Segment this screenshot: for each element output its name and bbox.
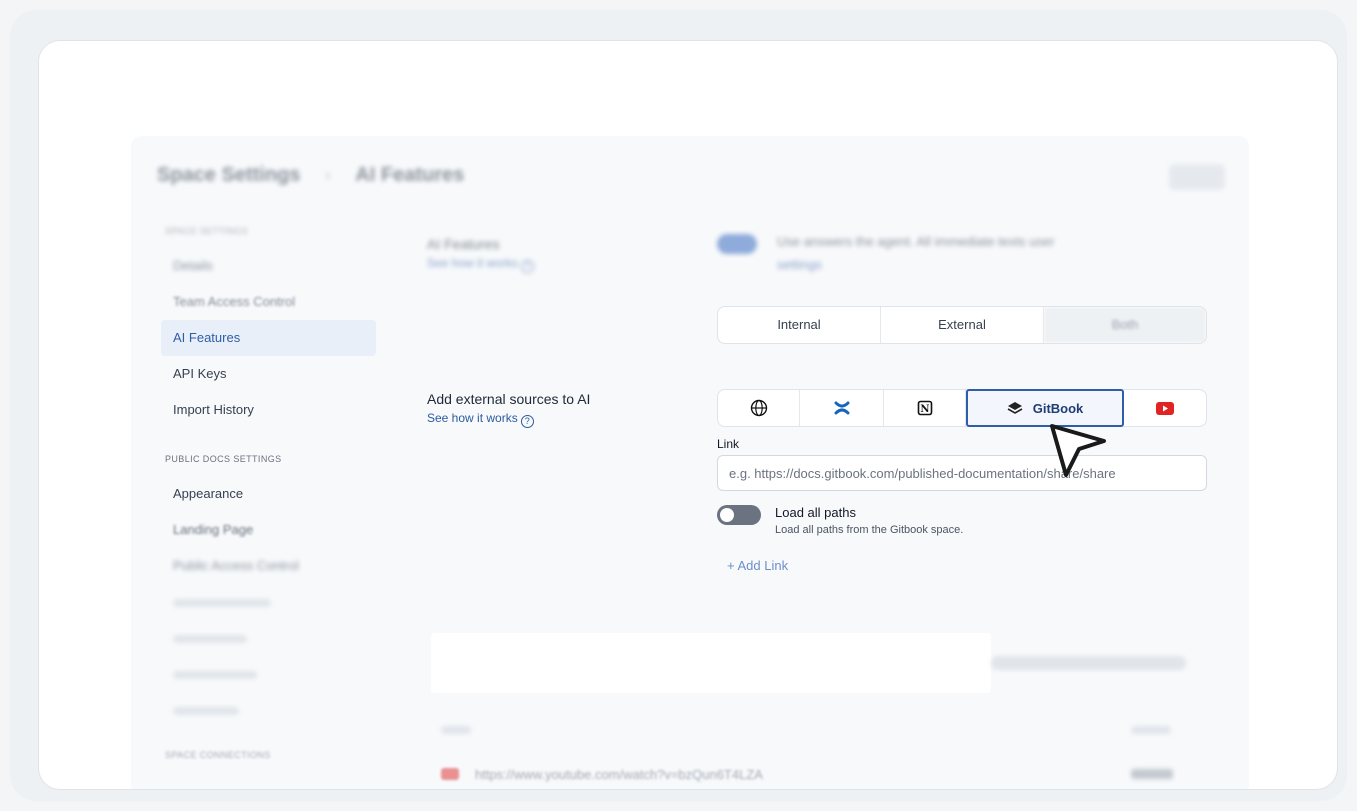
tab-internal[interactable]: Internal	[718, 307, 881, 343]
breadcrumb-current: AI Features	[355, 164, 465, 186]
ai-features-control: Use answers the agent. All immediate tex…	[717, 234, 1207, 272]
audience-tabs: Internal External Both	[717, 306, 1207, 344]
sidebar-item-ai-features[interactable]: AI Features	[161, 320, 376, 356]
globe-icon	[750, 399, 767, 417]
source-gitbook[interactable]: GitBook	[966, 389, 1124, 427]
link-input[interactable]	[717, 455, 1207, 491]
help-icon: ?	[520, 260, 534, 273]
sources-table-header-panel	[431, 633, 991, 693]
sidebar-item-placeholder[interactable]	[161, 620, 376, 656]
see-how-text[interactable]: See how it works	[427, 411, 518, 425]
audience-segmented-control: Internal External Both	[717, 306, 1207, 344]
sidebar-item-api-keys[interactable]: API Keys	[161, 356, 376, 392]
top-bar: Space Settings › AI Features	[157, 164, 1225, 194]
user-menu-button[interactable]	[1169, 164, 1225, 190]
gitbook-label: GitBook	[1032, 400, 1084, 416]
help-icon: ?	[520, 415, 534, 428]
svg-text:N: N	[920, 404, 929, 415]
sidebar-group-title: Space Settings	[165, 226, 248, 236]
load-all-paths-row: Load all paths Load all paths from the G…	[717, 505, 1207, 536]
row-actions[interactable]	[1131, 769, 1173, 779]
source-type-selector: N GitBook	[717, 389, 1207, 427]
see-how-link[interactable]: See how it works?	[427, 411, 590, 428]
source-notion[interactable]: N	[884, 390, 966, 426]
ai-features-toggle[interactable]	[717, 234, 757, 254]
toggle-knob	[720, 508, 734, 522]
sidebar-item-team-access-control[interactable]: Team Access Control	[161, 284, 376, 320]
source-confluence[interactable]	[800, 390, 884, 426]
breadcrumb-root[interactable]: Space Settings	[157, 164, 300, 186]
external-sources-control: N GitBook Link e.g. https://docs.gitbook…	[717, 389, 1207, 573]
link-label: Link	[717, 437, 740, 451]
app-window: Space Settings › AI Features Space Setti…	[38, 40, 1338, 790]
section-title: AI Features	[427, 236, 500, 252]
ai-features-label: AI Features See how it works?	[427, 236, 534, 273]
table-column-header	[441, 726, 471, 734]
source-web[interactable]	[718, 390, 800, 426]
settings-link[interactable]: settings	[777, 257, 1054, 272]
table-column-header	[1131, 726, 1171, 734]
youtube-icon	[441, 768, 459, 780]
load-all-paths-toggle[interactable]	[717, 505, 761, 525]
sidebar-item-appearance[interactable]: Appearance	[161, 476, 376, 512]
load-all-paths-title: Load all paths	[775, 505, 856, 520]
add-source-button[interactable]	[991, 656, 1186, 670]
load-all-paths-description: Load all paths from the Gitbook space.	[775, 524, 964, 536]
see-how-text[interactable]: See how it works	[427, 256, 518, 270]
sidebar-item-placeholder[interactable]	[161, 692, 376, 728]
sidebar-item-placeholder[interactable]	[161, 584, 376, 620]
confluence-icon	[834, 401, 849, 415]
add-link-button[interactable]: + Add Link	[727, 558, 1207, 573]
see-how-link[interactable]: See how it works?	[427, 256, 534, 273]
breadcrumb-separator: ›	[324, 165, 331, 185]
sidebar-group-title: PUBLIC DOCS SETTINGS	[165, 454, 282, 464]
section-title: Add external sources to AI	[427, 391, 591, 407]
tab-both[interactable]: Both	[1044, 307, 1206, 343]
gitbook-icon	[1007, 402, 1023, 414]
sidebar-item-public-access-control[interactable]: Public Access Control	[161, 548, 376, 584]
external-sources-label: Add external sources to AI See how it wo…	[427, 391, 590, 428]
notion-icon: N	[917, 400, 932, 416]
table-row-url: https://www.youtube.com/watch?v=bzQun6T4…	[475, 767, 763, 782]
table-row[interactable]: https://www.youtube.com/watch?v=bzQun6T4…	[441, 767, 763, 782]
youtube-icon	[1156, 401, 1174, 415]
sidebar-item-placeholder[interactable]	[161, 656, 376, 692]
tab-external[interactable]: External	[881, 307, 1044, 343]
source-youtube[interactable]	[1124, 390, 1206, 426]
sidebar-group-title: SPACE CONNECTIONS	[165, 750, 271, 760]
sidebar-item-import-history[interactable]: Import History	[161, 392, 376, 428]
sidebar: Space Settings Details Team Access Contr…	[161, 226, 376, 772]
sidebar-item-details[interactable]: Details	[161, 248, 376, 284]
mouse-cursor-icon	[1050, 424, 1106, 477]
ai-features-description: Use answers the agent. All immediate tex…	[777, 234, 1055, 249]
sidebar-item-landing-page[interactable]: Landing Page	[161, 512, 376, 548]
